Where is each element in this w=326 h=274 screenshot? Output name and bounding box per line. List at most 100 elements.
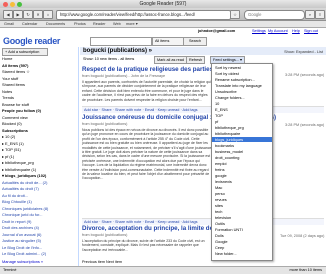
- menu-item[interactable]: google: [215, 173, 227, 178]
- add-subscription-button[interactable]: + Add a subscription: [2, 48, 48, 56]
- sidebar-item[interactable]: Trends: [2, 95, 76, 100]
- sidebar-item[interactable]: Actualités du droit (7): [2, 186, 76, 191]
- menu-item[interactable]: Unsubscribe: [215, 89, 237, 94]
- entry-item[interactable]: Divorce, acceptation du principe, la lim…: [82, 225, 324, 252]
- address-bar[interactable]: http://www.google.com/reader/view/feed/h…: [56, 9, 231, 20]
- search-button[interactable]: Search: [183, 37, 207, 46]
- sidebar-item[interactable]: Notes: [2, 89, 76, 94]
- reload-icon[interactable]: ↻: [23, 10, 33, 19]
- sidebar-item[interactable]: ▸ pf (1): [2, 154, 76, 159]
- home-icon[interactable]: ⌂: [43, 10, 53, 19]
- entry-title[interactable]: Respect de la pratique religieuse des pa…: [82, 66, 324, 73]
- entry-title[interactable]: Jouissance onéreuse du domicile conjugal…: [82, 114, 324, 121]
- menu-item[interactable]: Dolls: [215, 233, 224, 238]
- sidebar-item[interactable]: Starred items ☆: [2, 69, 76, 74]
- search-icon[interactable]: ⌕: [305, 10, 315, 19]
- stop-icon[interactable]: ✕: [33, 10, 43, 19]
- menu-item[interactable]: Formation UNTI: [215, 227, 243, 232]
- menu-icon[interactable]: ≡: [315, 10, 325, 19]
- sidebar-item[interactable]: Chroniques juridiciaires (8): [2, 206, 76, 211]
- entry-title[interactable]: Divorce, acceptation du principe, la lim…: [82, 225, 324, 232]
- menu-item[interactable]: Rename subscription...: [215, 77, 255, 82]
- sidebar-item[interactable]: Le Blog Droit admini... (2): [2, 251, 76, 256]
- sidebar-item[interactable]: Justice au singulier (5): [2, 238, 76, 243]
- view-mode-toggle[interactable]: Show: Expanded - List: [284, 49, 323, 54]
- menu-item[interactable]: E_ENS: [215, 107, 228, 112]
- menu-item[interactable]: tech: [215, 209, 222, 214]
- sidebar-item[interactable]: ▸ bibliotheque_prg: [2, 160, 76, 165]
- sidebar-item[interactable]: ▸ E_ENS (1): [2, 141, 76, 146]
- menu-item[interactable]: Ceep: [215, 245, 224, 250]
- sidebar-item[interactable]: Home: [2, 56, 76, 61]
- sidebar-item[interactable]: ▾ blogs_juridiques (102): [2, 173, 76, 178]
- menu-item[interactable]: television: [215, 215, 231, 220]
- menu-item[interactable]: bibliotheque_prg: [215, 125, 244, 130]
- help-link[interactable]: Help: [292, 28, 300, 34]
- menu-item[interactable]: Sort by oldest: [215, 71, 239, 76]
- menu-item[interactable]: Mac: [215, 185, 222, 190]
- sidebar-item[interactable]: ▸ bibliothequaire (1): [2, 167, 76, 172]
- menu-item[interactable]: Translate into my language: [215, 83, 262, 88]
- sidebar-item[interactable]: Your stuff: [2, 76, 76, 81]
- menu-item[interactable]: blogs_juridiques: [212, 137, 272, 143]
- entry-item[interactable]: Respect de la pratique religieuse des pa…: [82, 66, 324, 102]
- bookmark-reader[interactable]: Reader: [93, 21, 105, 27]
- sidebar-item[interactable]: Journal d'un avocat (6): [2, 232, 76, 237]
- bookmark-documents[interactable]: Documents: [46, 21, 65, 27]
- sidebar-item[interactable]: ▸ 10 (2): [2, 134, 76, 139]
- menu-item[interactable]: sites: [215, 203, 223, 208]
- menu-item[interactable]: business_model: [215, 149, 243, 154]
- bookmark-photos[interactable]: Photos: [74, 21, 86, 27]
- sidebar-item[interactable]: ▸ TOP (51): [2, 147, 76, 152]
- refresh-button[interactable]: Refresh: [186, 56, 206, 64]
- bookmark-gmail[interactable]: Gmail: [4, 21, 14, 27]
- sidebar-item[interactable]: Blocked (0): [2, 121, 76, 126]
- sidebar-item[interactable]: Droit in report (9): [2, 219, 76, 224]
- mark-all-read-button[interactable]: Mark all as read: [154, 56, 188, 64]
- sidebar-item[interactable]: People you follow (0): [2, 108, 76, 113]
- sidebar-item[interactable]: Actualités du droit de... (2): [2, 180, 76, 185]
- sidebar-item[interactable]: Droit des archives (4): [2, 225, 76, 230]
- menu-item[interactable]: revues: [215, 197, 227, 202]
- settings-link[interactable]: Settings: [252, 28, 266, 34]
- menu-item[interactable]: bookmarks: [215, 143, 234, 148]
- bookmark-star-icon[interactable]: ☆: [230, 10, 240, 19]
- forward-icon[interactable]: ▶: [13, 10, 23, 19]
- menu-item[interactable]: 10: [215, 101, 219, 106]
- reader-search-input[interactable]: [90, 37, 152, 46]
- my-account-link[interactable]: My Account: [268, 28, 288, 34]
- menu-item[interactable]: emploi: [215, 161, 226, 166]
- bookmark-web[interactable]: Web: [113, 21, 121, 27]
- sidebar-item[interactable]: Shared items: [2, 82, 76, 87]
- menu-item[interactable]: pf: [215, 119, 218, 124]
- sidebar-item[interactable]: Chronique jurid du for...: [2, 212, 76, 217]
- sidebar-item[interactable]: Le Blog Droit de l'info...: [2, 245, 76, 250]
- back-icon[interactable]: ◀: [3, 10, 13, 19]
- google-reader-logo[interactable]: Google reader: [3, 36, 60, 46]
- sidebar-item[interactable]: All items (597): [2, 63, 76, 68]
- sidebar-item[interactable]: Comment view: [2, 115, 76, 120]
- manage-subscriptions-link[interactable]: Manage subscriptions »: [2, 259, 76, 264]
- search-scope-select[interactable]: All items: [152, 37, 184, 46]
- browser-search-input[interactable]: Google: [244, 9, 305, 20]
- feed-title[interactable]: bogucki (publications) »: [83, 48, 152, 54]
- bookmark-calendar[interactable]: Calendar: [22, 21, 37, 27]
- menu-item[interactable]: lexisnexis: [215, 179, 232, 184]
- menu-item[interactable]: droit_counting: [215, 155, 239, 160]
- menu-item[interactable]: Sort by newest: [215, 65, 241, 70]
- sidebar-item[interactable]: Au fil du droit...: [2, 193, 76, 198]
- sign-out-link[interactable]: Sign out: [304, 28, 318, 34]
- prev-next-nav[interactable]: Previous item Next item: [82, 260, 122, 264]
- menu-item[interactable]: freins: [215, 167, 225, 172]
- menu-item[interactable]: New folder...: [215, 251, 237, 256]
- menu-item[interactable]: TOP: [215, 113, 223, 118]
- bookmark-more[interactable]: more ▾: [126, 21, 138, 27]
- menu-item[interactable]: perso: [215, 191, 225, 196]
- entry-actions[interactable]: Add star · Share · Share with note · Ema…: [82, 106, 324, 113]
- entry-actions[interactable]: Add star · Share · Share with note · Ema…: [82, 218, 324, 225]
- menu-item[interactable]: Change folders...: [215, 95, 245, 100]
- sidebar-item[interactable]: Browse for stuff: [2, 102, 76, 107]
- show-new-items-toggle[interactable]: Show: 10 new items - all items: [83, 56, 134, 63]
- sidebar-item[interactable]: Subscriptions: [2, 128, 76, 133]
- menu-item[interactable]: bibliothequaire: [215, 131, 240, 136]
